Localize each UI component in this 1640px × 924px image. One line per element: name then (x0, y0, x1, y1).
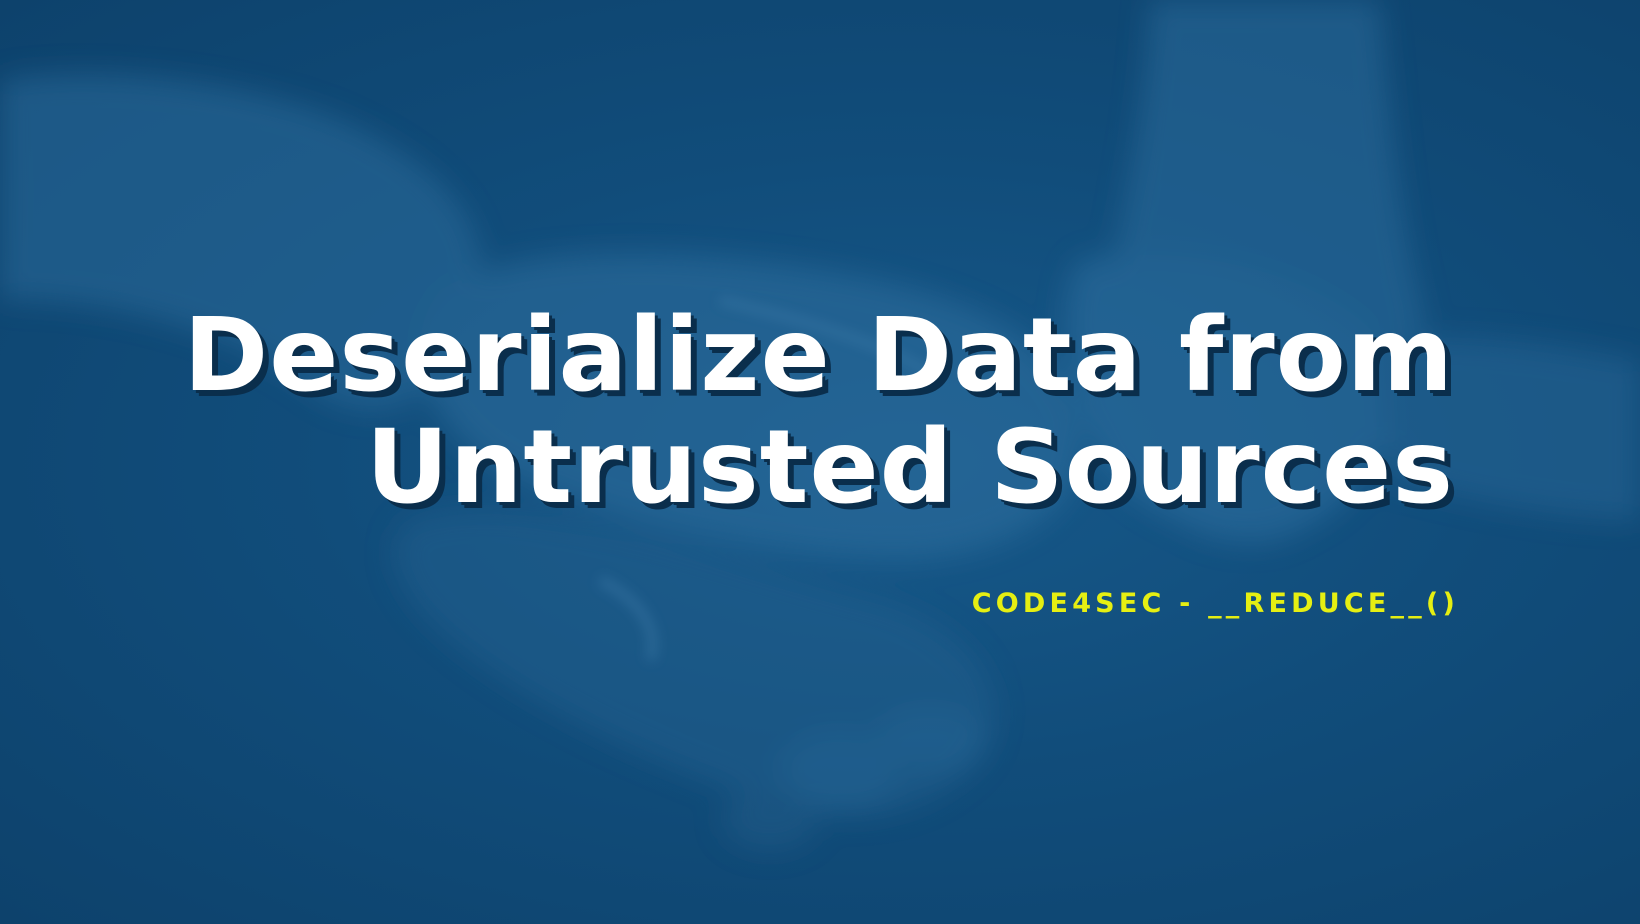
subtitle: CODE4SEC - __REDUCE__() (971, 588, 1459, 619)
title-line-1: Deserialize Data from (183, 296, 1454, 415)
banner: Deserialize Data from Untrusted Sources … (0, 0, 1640, 924)
title-line-2: Untrusted Sources (365, 408, 1454, 527)
page-title: Deserialize Data from Untrusted Sources (54, 300, 1454, 524)
